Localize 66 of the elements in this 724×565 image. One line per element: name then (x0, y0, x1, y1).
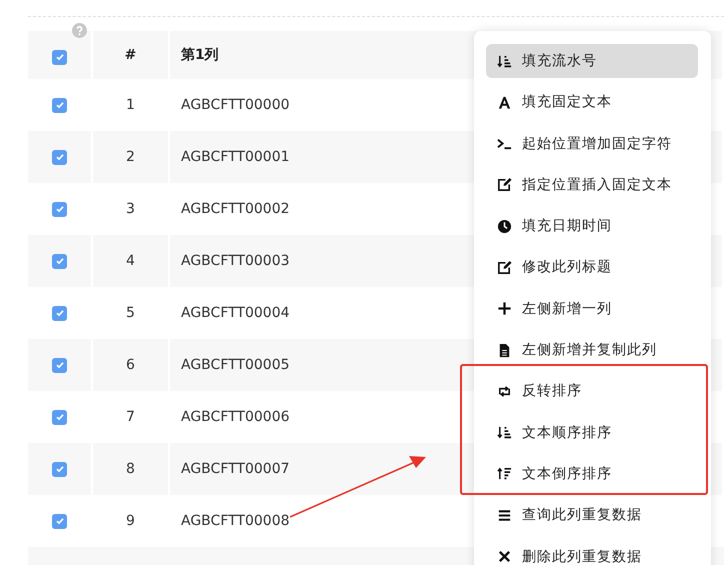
table-cell: AGBCFTT00008 (181, 513, 290, 529)
checkmark-icon (54, 412, 64, 422)
checkbox[interactable] (52, 410, 67, 424)
row-number: 9 (126, 513, 135, 529)
checkbox[interactable] (52, 98, 67, 112)
checkbox[interactable] (52, 514, 67, 528)
checkmark-icon (54, 152, 64, 162)
checkbox[interactable] (52, 50, 67, 64)
menu-item[interactable]: 填充日期时间 (486, 209, 698, 244)
checkmark-icon (54, 256, 64, 266)
checkmark-icon (54, 204, 64, 214)
table-cell: AGBCFTT00002 (181, 201, 290, 217)
terminal-icon (497, 136, 512, 152)
menu-item[interactable]: 左侧新增一列 (486, 292, 698, 326)
row-number: 7 (126, 409, 135, 425)
sort-ascending-icon (497, 54, 512, 68)
checkbox[interactable] (52, 254, 67, 268)
sort-ascending-icon (497, 425, 512, 440)
row-number: 6 (126, 357, 135, 373)
document-icon (497, 342, 512, 358)
row-number: 5 (126, 305, 135, 321)
menu-item[interactable]: 填充流水号 (486, 44, 698, 78)
table-cell: AGBCFTT00005 (181, 357, 290, 373)
row-number: 3 (126, 201, 135, 217)
sort-descending-icon (497, 466, 512, 482)
checkbox[interactable] (52, 306, 67, 320)
table-cell: AGBCFTT00000 (181, 97, 290, 113)
table-cell: AGBCFTT00007 (181, 461, 290, 477)
menu-item[interactable]: 反转排序 (486, 374, 698, 408)
table-cell: AGBCFTT00001 (181, 149, 290, 165)
list-icon (497, 508, 512, 523)
table-cell: AGBCFTT00003 (181, 253, 290, 269)
edit-icon (497, 177, 512, 192)
table-cell: AGBCFTT00004 (181, 305, 290, 321)
plus-icon (497, 301, 512, 316)
row-number: 1 (126, 97, 135, 113)
table-cell: AGBCFTT00006 (181, 409, 290, 425)
menu-item[interactable]: 填充固定文本 (486, 85, 698, 120)
checkmark-icon (54, 464, 64, 474)
edit-icon (497, 260, 512, 275)
swap-icon (497, 384, 512, 399)
letter-icon (497, 94, 512, 110)
help-icon[interactable] (72, 23, 87, 38)
checkmark-icon (54, 516, 64, 526)
checkbox[interactable] (52, 358, 67, 372)
menu-item[interactable]: 左侧新增并复制此列 (486, 333, 698, 368)
row-number: 4 (126, 253, 135, 269)
menu-item[interactable]: 文本倒序排序 (486, 456, 698, 491)
checkmark-icon (54, 52, 64, 62)
menu-item[interactable]: 指定位置插入固定文本 (486, 168, 698, 202)
checkbox[interactable] (52, 150, 67, 164)
menu-item[interactable]: 文本顺序排序 (486, 416, 698, 450)
menu-item[interactable]: 查询此列重复数据 (486, 498, 698, 532)
checkbox[interactable] (52, 202, 67, 216)
clock-icon (497, 218, 512, 234)
checkbox[interactable] (52, 462, 67, 476)
row-number: 8 (126, 461, 135, 477)
menu-item[interactable]: 删除此列重复数据 (486, 540, 698, 565)
checkmark-icon (54, 360, 64, 370)
menu-item[interactable]: 起始位置增加固定字符 (486, 126, 698, 161)
menu-item[interactable]: 修改此列标题 (486, 250, 698, 284)
row-number: 2 (126, 149, 135, 165)
checkmark-icon (54, 100, 64, 110)
close-icon (497, 549, 512, 564)
header-cell: # (93, 31, 168, 79)
checkmark-icon (54, 308, 64, 318)
